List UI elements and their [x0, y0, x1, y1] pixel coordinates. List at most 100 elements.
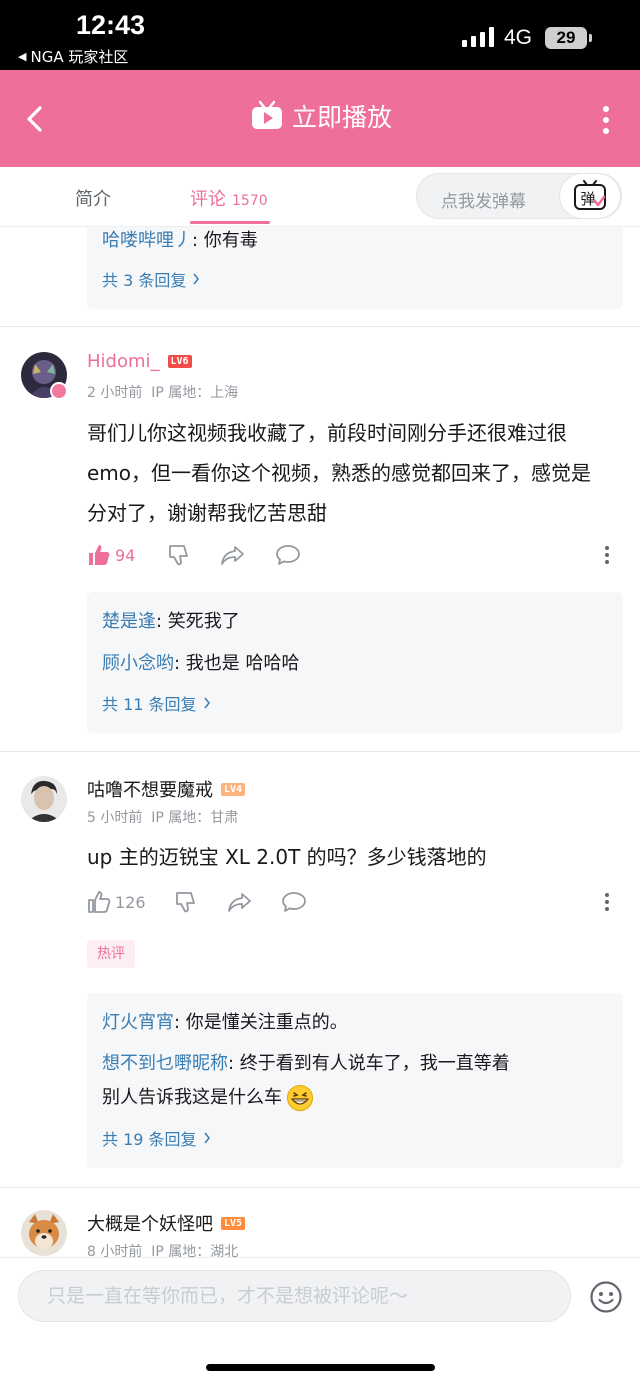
comment-input[interactable]: 只是一直在等你而已，才不是想被评论呢～	[18, 1270, 571, 1322]
view-replies-label: 共 3 条回复	[102, 271, 187, 290]
danmaku-input[interactable]: 点我发弹幕 弹	[416, 173, 622, 219]
reply-username[interactable]: 楚是逢	[102, 611, 156, 632]
reply-username[interactable]: 想不到乜嘢昵称	[102, 1053, 228, 1074]
reply-separator: :	[156, 611, 168, 632]
reply-button[interactable]	[275, 543, 301, 567]
battery-icon: 29	[545, 27, 592, 49]
comment-username-row: Hidomi_ LV6	[87, 351, 192, 372]
play-now-button[interactable]: 立即播放	[250, 98, 392, 134]
comment-more-button[interactable]	[602, 543, 612, 567]
comment-actions: 126	[87, 890, 627, 920]
tab-comments[interactable]: 评论 1570	[190, 185, 268, 211]
reply-line: 哈喽哔哩丿: 你有毒	[102, 227, 258, 255]
avatar-badge	[50, 382, 68, 400]
share-button[interactable]	[220, 543, 246, 567]
reply-preview[interactable]: 楚是逢: 笑死我了 顾小念哟: 我也是 哈哈哈 共 11 条回复	[87, 592, 623, 733]
hot-comment-tag: 热评	[87, 940, 135, 968]
divider	[0, 326, 640, 327]
like-count: 94	[115, 545, 136, 565]
tv-play-icon	[252, 100, 282, 129]
dislike-button[interactable]	[174, 890, 198, 914]
back-button[interactable]	[20, 100, 54, 138]
reply-username[interactable]: 顾小念哟	[102, 653, 174, 674]
danmaku-placeholder: 点我发弹幕	[441, 192, 526, 212]
reply-preview[interactable]: 哈喽哔哩丿: 你有毒 共 3 条回复	[87, 227, 623, 309]
chevron-right-icon	[203, 1132, 210, 1144]
thumbs-up-filled-icon	[89, 545, 110, 565]
more-options-button[interactable]	[590, 104, 622, 136]
view-replies-label: 共 11 条回复	[102, 695, 197, 714]
home-indicator	[206, 1364, 435, 1371]
comment-username-row: 咕噜不想要魔戒 LV4	[87, 776, 246, 802]
signal-icon	[462, 27, 494, 47]
share-button[interactable]	[227, 890, 253, 914]
status-bar: 12:43 ◀ NGA 玩家社区 4G 29	[0, 0, 640, 70]
comment-time: 5 小时前	[87, 810, 143, 826]
view-replies-link[interactable]: 共 19 条回复	[102, 1126, 211, 1150]
reply-username[interactable]: 哈喽哔哩丿	[102, 230, 192, 251]
danmaku-tv-icon: 弹	[574, 180, 606, 210]
user-avatar-image	[21, 776, 67, 822]
reply-separator: :	[174, 1012, 186, 1033]
smiley-icon	[590, 1281, 622, 1313]
comment-more-button[interactable]	[602, 890, 612, 914]
like-count: 126	[115, 892, 146, 912]
grin-emoji-icon	[287, 1085, 313, 1111]
user-avatar-image	[21, 1210, 67, 1256]
dislike-button[interactable]	[167, 543, 191, 567]
reply-separator: :	[228, 1053, 240, 1074]
back-to-app[interactable]: ◀ NGA 玩家社区	[18, 46, 128, 67]
vertical-dots-icon	[603, 106, 609, 134]
reply-line: 顾小念哟: 我也是 哈哈哈	[102, 650, 300, 678]
level-badge: LV6	[167, 355, 192, 368]
danmaku-button-label: 弹	[580, 190, 595, 208]
reply-button[interactable]	[281, 890, 307, 914]
comment-ip: IP 属地：甘肃	[151, 810, 239, 826]
reply-separator: :	[174, 653, 186, 674]
comment-input-bar: 只是一直在等你而已，才不是想被评论呢～	[0, 1257, 640, 1384]
share-icon	[228, 893, 251, 912]
reply-text-continued: 别人告诉我这是什么车	[102, 1087, 282, 1108]
comment-count: 1570	[232, 193, 268, 209]
emoji-button[interactable]	[589, 1280, 623, 1314]
comment-username[interactable]: 大概是个妖怪吧	[87, 1210, 213, 1236]
reply-text: 你有毒	[203, 230, 258, 251]
avatar[interactable]	[21, 1210, 67, 1256]
reply-preview[interactable]: 灯火宵宵: 你是懂关注重点的。 想不到乜嘢昵称: 终于看到有人说车了，我一直等着…	[87, 993, 623, 1168]
reply-username[interactable]: 灯火宵宵	[102, 1012, 174, 1033]
reply-separator: :	[192, 230, 204, 251]
reply-line: 想不到乜嘢昵称: 终于看到有人说车了，我一直等着	[102, 1050, 612, 1078]
reply-line: 楚是逢: 笑死我了	[102, 608, 240, 636]
reply-text: 我也是 哈哈哈	[185, 653, 300, 674]
reply-text: 终于看到有人说车了，我一直等着	[239, 1053, 510, 1074]
share-icon	[221, 546, 244, 565]
network-type: 4G	[504, 26, 533, 49]
comment-username-row: 大概是个妖怪吧 LV5	[87, 1210, 246, 1236]
like-button[interactable]: 126	[87, 890, 146, 914]
back-triangle-icon: ◀	[18, 50, 27, 63]
comment-time: 2 小时前	[87, 385, 143, 401]
status-time: 12:43	[76, 10, 146, 40]
comment-ip: IP 属地：湖北	[151, 1244, 239, 1257]
level-badge: LV4	[221, 782, 246, 796]
comment-list: 哈喽哔哩丿: 你有毒 共 3 条回复 Hidomi_ LV6 2 小时前 IP …	[0, 227, 640, 1257]
view-replies-link[interactable]: 共 3 条回复	[102, 267, 200, 291]
danmaku-toggle-button[interactable]: 弹	[559, 173, 621, 219]
level-badge: LV5	[221, 1216, 246, 1230]
thumbs-down-icon	[176, 892, 195, 913]
tab-comments-label: 评论	[190, 189, 226, 210]
tab-intro[interactable]: 简介	[75, 185, 111, 211]
thumbs-up-icon	[88, 891, 111, 913]
comment-username[interactable]: Hidomi_	[87, 351, 160, 372]
divider	[0, 1187, 640, 1188]
comment-username[interactable]: 咕噜不想要魔戒	[87, 776, 213, 802]
active-tab-indicator	[190, 221, 270, 224]
vertical-dots-icon	[605, 893, 609, 911]
view-replies-label: 共 19 条回复	[102, 1130, 197, 1149]
view-replies-link[interactable]: 共 11 条回复	[102, 691, 211, 715]
chevron-left-icon	[27, 106, 42, 132]
avatar[interactable]	[21, 776, 67, 822]
like-button[interactable]: 94	[87, 543, 135, 567]
comment-meta: 8 小时前 IP 属地：湖北	[87, 1241, 238, 1257]
comment-ip: IP 属地：上海	[151, 385, 239, 401]
